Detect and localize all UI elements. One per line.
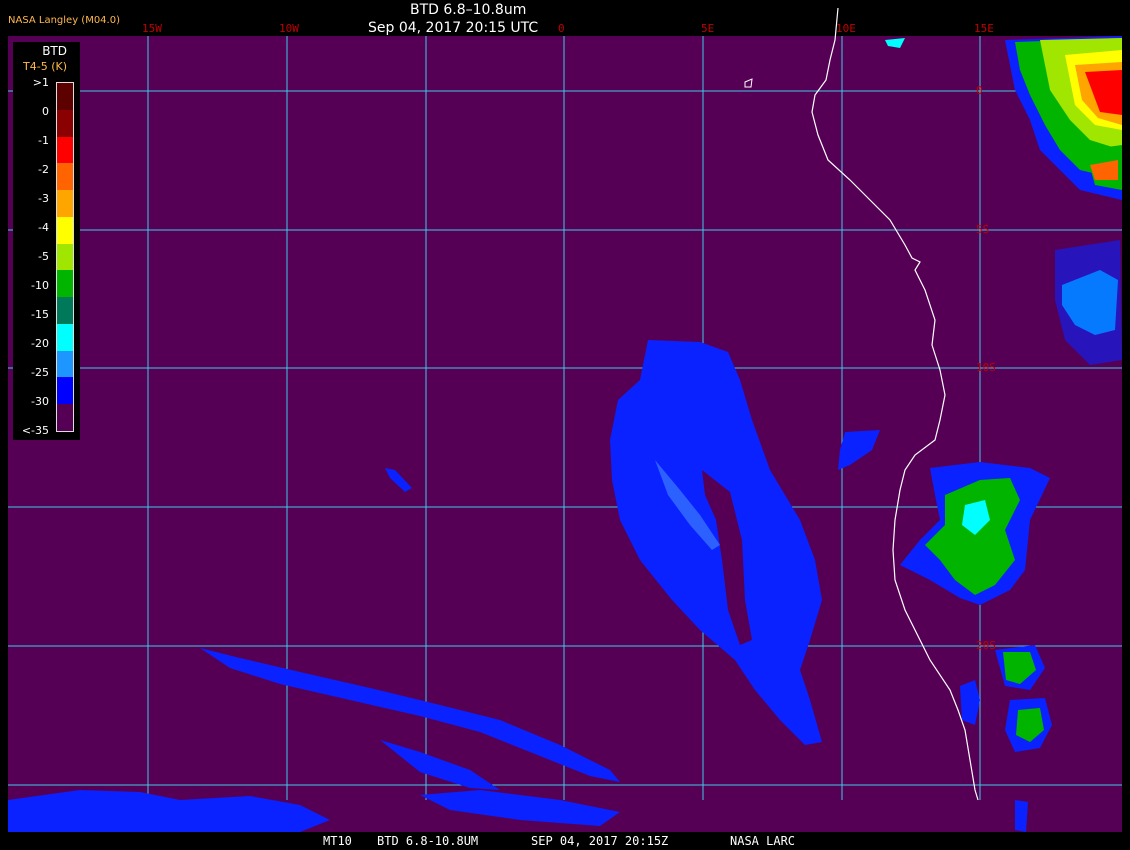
- legend-label: -15: [31, 308, 49, 321]
- legend-label: -5: [38, 250, 49, 263]
- map-background: [8, 36, 1122, 832]
- lon-label-10w: 10W: [279, 22, 299, 35]
- legend-label: -4: [38, 221, 49, 234]
- legend-label: 0: [42, 105, 49, 118]
- footer-datetime: SEP 04, 2017 20:15Z: [531, 834, 669, 848]
- legend-label: -25: [31, 366, 49, 379]
- legend-label: -3: [38, 192, 49, 205]
- product-title: BTD 6.8–10.8um: [410, 2, 527, 18]
- legend-label: -2: [38, 163, 49, 176]
- lon-label-10e: 10E: [836, 22, 856, 35]
- lon-label-15e: 15E: [974, 22, 994, 35]
- legend-subtitle: T4-5 (K): [23, 60, 67, 73]
- color-legend: BTD T4-5 (K) >1 0 -1 -2 -3 -4 -5 -10 -15 -20 -25 -3…: [13, 42, 80, 440]
- legend-label: -20: [31, 337, 49, 350]
- legend-label: -1: [38, 134, 49, 147]
- legend-label: <-35: [21, 424, 49, 437]
- lat-label-0: 0: [976, 84, 983, 97]
- footer-product: BTD 6.8-10.8UM: [377, 834, 479, 848]
- legend-title: BTD: [42, 44, 67, 58]
- legend-label: >1: [32, 76, 49, 89]
- lat-label-10s: 10S: [976, 361, 996, 374]
- footer-bar: MT10 BTD 6.8-10.8UM SEP 04, 2017 20:15Z …: [0, 832, 1130, 850]
- legend-frame: [56, 82, 74, 432]
- lon-label-0: 0: [558, 22, 565, 35]
- agency-label: NASA Langley (M04.0): [8, 15, 120, 26]
- satellite-map: [8, 7, 1122, 832]
- legend-label: -10: [31, 279, 49, 292]
- lon-label-15w: 15W: [142, 22, 162, 35]
- lon-label-5e: 5E: [701, 22, 715, 35]
- footer-satellite: MT10: [323, 834, 352, 848]
- lat-label-20s: 20S: [976, 639, 996, 652]
- header-datetime: Sep 04, 2017 20:15 UTC: [368, 20, 539, 36]
- lat-label-5s: 5S: [976, 223, 990, 236]
- footer-source: NASA LARC: [730, 834, 796, 848]
- legend-label: -30: [31, 395, 49, 408]
